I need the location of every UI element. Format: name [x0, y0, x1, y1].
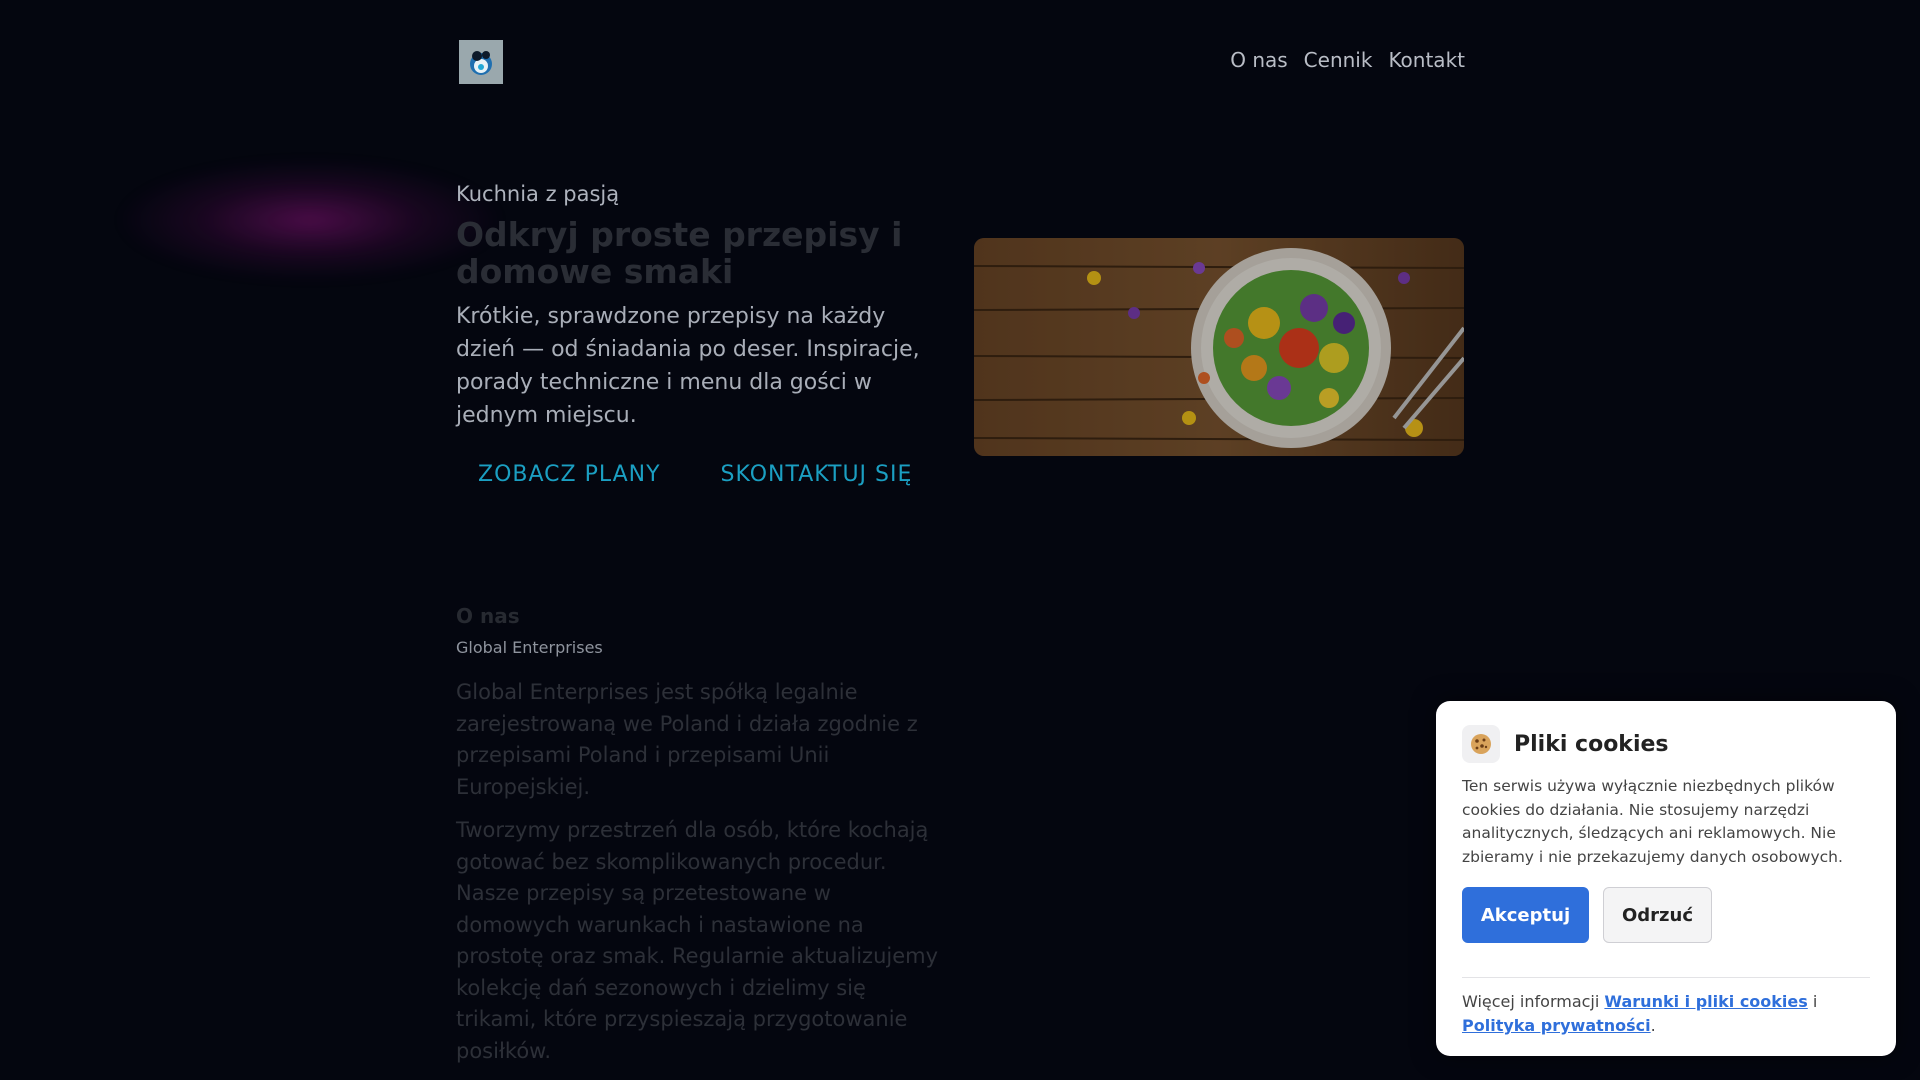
cookie-footer-prefix: Więcej informacji [1462, 992, 1600, 1011]
hero-section: Kuchnia z pasją Odkryj proste przepisy i… [456, 182, 946, 495]
nav-item-cennik[interactable]: Cennik [1304, 48, 1373, 72]
flower-salad-plate-image [974, 238, 1464, 456]
page: O nas Cennik Kontakt Kuchnia z pasją Odk… [0, 0, 1920, 1080]
about-paragraph: Global Enterprises jest spółką legalnie … [456, 680, 918, 799]
about-subtitle: Global Enterprises [456, 638, 603, 657]
cookie-icon [1462, 725, 1500, 763]
about-section: O nas Global Enterprises Global Enterpri… [456, 604, 946, 1067]
logo-icon[interactable] [459, 40, 503, 84]
privacy-policy-link[interactable]: Polityka prywatności [1462, 1016, 1651, 1035]
cookie-footer-conjunction: i [1812, 992, 1818, 1011]
terms-cookies-link[interactable]: Warunki i pliki cookies [1604, 992, 1807, 1011]
cookie-footer-suffix: . [1650, 1016, 1656, 1035]
about-title: O nas [456, 604, 520, 628]
contact-button[interactable]: SKONTAKTUJ SIĘ [699, 454, 935, 495]
cookie-title: Pliki cookies [1514, 731, 1669, 757]
accept-cookies-button[interactable]: Akceptuj [1462, 887, 1589, 943]
hero-title: Odkryj proste przepisy i domowe smaki [456, 215, 903, 291]
hero-buttons: ZOBACZ PLANY SKONTAKTUJ SIĘ [456, 454, 946, 495]
cookie-buttons: Akceptuj Odrzuć [1462, 887, 1870, 943]
hero-description: Krótkie, sprawdzone przepisy na każdy dz… [456, 304, 920, 428]
main-nav: O nas Cennik Kontakt [1230, 48, 1465, 72]
cookie-text: Ten serwis używa wyłącznie niezbędnych p… [1462, 777, 1843, 866]
cookie-banner: Pliki cookies Ten serwis używa wyłącznie… [1436, 701, 1896, 1056]
nav-item-o-nas[interactable]: O nas [1230, 48, 1287, 72]
hero-eyebrow: Kuchnia z pasją [456, 182, 620, 206]
nav-item-kontakt[interactable]: Kontakt [1388, 48, 1465, 72]
cookie-divider [1462, 977, 1870, 978]
cookie-header: Pliki cookies [1462, 725, 1870, 763]
see-plans-button[interactable]: ZOBACZ PLANY [456, 454, 683, 495]
about-paragraph: Tworzymy przestrzeń dla osób, które koch… [456, 818, 939, 1063]
reject-cookies-button[interactable]: Odrzuć [1603, 887, 1712, 943]
cookie-footer: Więcej informacji Warunki i pliki cookie… [1462, 990, 1870, 1038]
